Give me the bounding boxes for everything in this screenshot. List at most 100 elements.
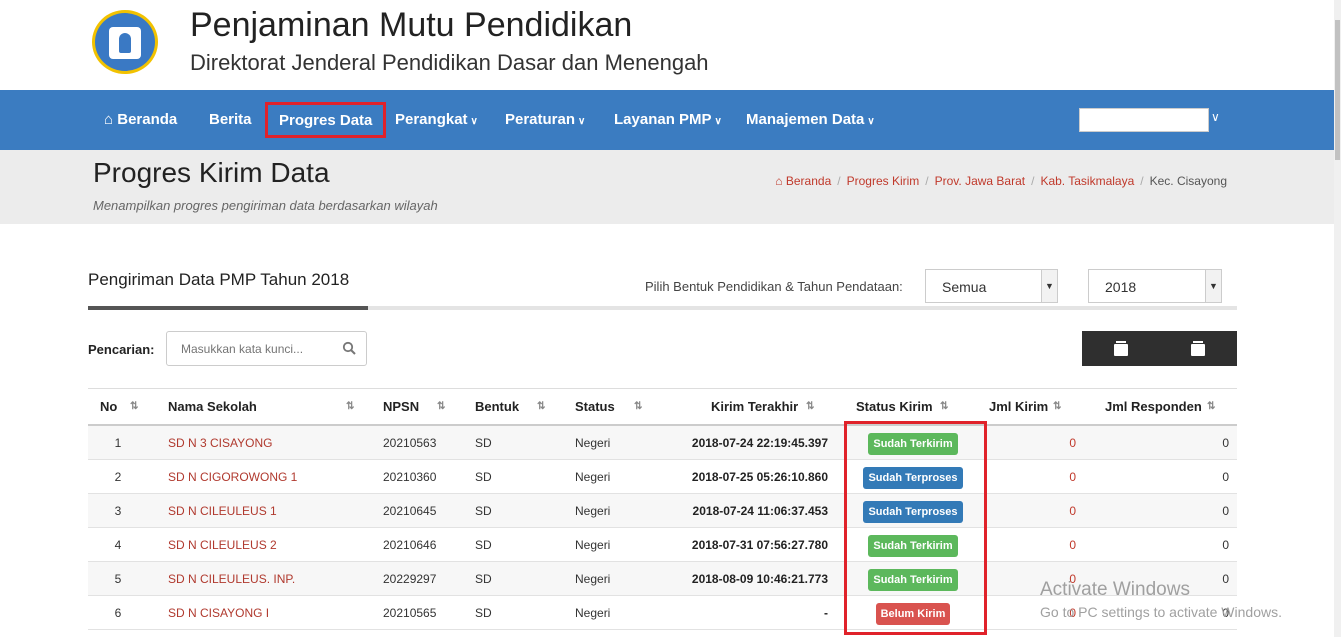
chevron-down-icon: ∨: [470, 116, 478, 127]
school-link[interactable]: SD N CILEULEUS 2: [168, 528, 277, 562]
search-label: Pencarian:: [88, 342, 155, 357]
chevron-down-icon: ▼: [1041, 270, 1057, 302]
cell-jml-kirim[interactable]: 0: [988, 494, 1076, 528]
nav-item-berita[interactable]: Berita: [209, 90, 252, 150]
sort-icon: ⇅: [634, 401, 643, 412]
cell-npsn: 20210565: [383, 606, 437, 620]
home-icon: ⌂: [104, 111, 114, 128]
cell-npsn: 20210563: [383, 436, 437, 450]
cell-no: 6: [114, 606, 122, 620]
nav-item-manajemen-data[interactable]: Manajemen Data ∨: [746, 90, 875, 150]
nav-item-layanan-pmp[interactable]: Layanan PMP ∨: [614, 90, 722, 150]
nav-item-progres-data[interactable]: Progres Data: [265, 102, 387, 138]
chevron-down-icon: ▼: [1205, 270, 1221, 302]
table-row: 1 SD N 3 CISAYONG 20210563 SD Negeri 201…: [88, 426, 1237, 460]
chevron-down-icon[interactable]: ∨: [1211, 110, 1220, 124]
cell-kirim-terakhir: 2018-07-24 22:19:45.397: [691, 436, 828, 450]
breadcrumb-beranda[interactable]: ⌂ Beranda: [775, 174, 831, 188]
cell-status: Negeri: [575, 606, 611, 620]
col-header-label: Jml Responden: [1105, 399, 1202, 414]
cell-bentuk: SD: [475, 470, 492, 484]
breadcrumb-provinsi[interactable]: Prov. Jawa Barat: [935, 174, 1025, 188]
cell-kirim-terakhir: -: [824, 606, 828, 620]
col-header-label: Kirim Terakhir: [711, 399, 799, 414]
page-scrollbar[interactable]: [1334, 0, 1341, 637]
col-header-label: Status: [575, 399, 615, 414]
school-link[interactable]: SD N CISAYONG I: [168, 596, 269, 630]
cell-jml-kirim[interactable]: 0: [988, 460, 1076, 494]
cell-npsn: 20210360: [383, 470, 437, 484]
col-header-jml-kirim[interactable]: Jml Kirim ⇅: [989, 388, 1061, 426]
tahun-select-value: 2018: [1105, 279, 1137, 295]
status-kirim-highlight: [844, 421, 987, 635]
tut-wuri-handayani-logo[interactable]: [92, 10, 158, 74]
cell-kirim-terakhir: 2018-07-24 11:06:37.453: [692, 504, 828, 518]
cell-bentuk: SD: [475, 538, 492, 552]
cell-bentuk: SD: [475, 606, 492, 620]
sort-icon: ⇅: [130, 401, 139, 412]
col-header-nama-sekolah[interactable]: Nama Sekolah ⇅: [168, 388, 354, 426]
chevron-down-icon: ∨: [714, 116, 722, 127]
sort-icon: ⇅: [437, 401, 446, 412]
cell-jml-responden: 0: [1222, 538, 1229, 552]
nav-label-beranda: Beranda: [117, 111, 178, 128]
school-link[interactable]: SD N CIGOROWONG 1: [168, 460, 297, 494]
nav-item-perangkat[interactable]: Perangkat ∨: [395, 90, 478, 150]
school-link[interactable]: SD N CILEULEUS. INP.: [168, 562, 295, 596]
col-header-label: Jml Kirim: [989, 399, 1049, 414]
cell-no: 2: [114, 470, 122, 484]
sort-icon: ⇅: [1053, 401, 1062, 412]
scrollbar-thumb[interactable]: [1335, 20, 1340, 160]
school-link[interactable]: SD N 3 CISAYONG: [168, 426, 272, 460]
col-header-label: Status Kirim: [856, 399, 933, 414]
nav-label-peraturan: Peraturan: [505, 111, 576, 128]
nav-item-peraturan[interactable]: Peraturan ∨: [505, 90, 585, 150]
page-description: Menampilkan progres pengiriman data berd…: [93, 198, 438, 213]
cell-bentuk: SD: [475, 572, 492, 586]
col-header-status[interactable]: Status ⇅: [575, 388, 642, 426]
cell-jml-kirim[interactable]: 0: [988, 426, 1076, 460]
col-header-bentuk[interactable]: Bentuk ⇅: [475, 388, 545, 426]
section-title: Pengiriman Data PMP Tahun 2018: [88, 270, 350, 289]
user-select[interactable]: [1079, 108, 1209, 132]
cell-jml-responden: 0: [1222, 504, 1229, 518]
site-title[interactable]: Penjaminan Mutu Pendidikan: [190, 6, 632, 45]
breadcrumb-kabupaten[interactable]: Kab. Tasikmalaya: [1040, 174, 1134, 188]
search-icon[interactable]: [342, 341, 356, 355]
cell-status: Negeri: [575, 470, 611, 484]
bentuk-pendidikan-select[interactable]: Semua ▼: [925, 269, 1058, 303]
chevron-down-icon: ∨: [578, 116, 586, 127]
cell-no: 3: [114, 504, 122, 518]
cell-jml-responden: 0: [1222, 436, 1229, 450]
col-header-no[interactable]: No ⇅: [100, 388, 138, 426]
windows-activation-watermark: Activate Windows Go to PC settings to ac…: [1040, 579, 1282, 620]
nav-label-layanan: Layanan PMP: [614, 111, 712, 128]
col-header-label: Bentuk: [475, 399, 520, 414]
filter-label: Pilih Bentuk Pendidikan & Tahun Pendataa…: [645, 279, 903, 294]
export-excel-icon[interactable]: [1114, 341, 1128, 356]
chevron-down-icon: ∨: [867, 116, 875, 127]
sort-icon: ⇅: [806, 401, 815, 412]
nav-item-beranda[interactable]: ⌂ Beranda: [104, 90, 177, 150]
section-divider: [88, 306, 1237, 310]
col-header-kirim-terakhir[interactable]: Kirim Terakhir ⇅: [711, 388, 814, 426]
col-header-label: No: [100, 399, 118, 414]
school-link[interactable]: SD N CILEULEUS 1: [168, 494, 277, 528]
cell-no: 5: [114, 572, 122, 586]
col-header-jml-responden[interactable]: Jml Responden ⇅: [1105, 388, 1215, 426]
cell-status: Negeri: [575, 436, 611, 450]
tahun-pendataan-select[interactable]: 2018 ▼: [1088, 269, 1222, 303]
cell-status: Negeri: [575, 572, 611, 586]
table-row: 4 SD N CILEULEUS 2 20210646 SD Negeri 20…: [88, 528, 1237, 562]
export-print-icon[interactable]: [1191, 341, 1205, 356]
search-input[interactable]: [167, 332, 337, 365]
col-header-label: Nama Sekolah: [168, 399, 257, 414]
cell-npsn: 20210645: [383, 504, 437, 518]
breadcrumb-progres-kirim[interactable]: Progres Kirim: [847, 174, 920, 188]
cell-jml-responden: 0: [1222, 470, 1229, 484]
col-header-npsn[interactable]: NPSN ⇅: [383, 388, 445, 426]
sort-icon: ⇅: [1207, 401, 1216, 412]
table-row: 2 SD N CIGOROWONG 1 20210360 SD Negeri 2…: [88, 460, 1237, 494]
breadcrumb-kecamatan: Kec. Cisayong: [1149, 174, 1227, 188]
cell-jml-kirim[interactable]: 0: [988, 528, 1076, 562]
